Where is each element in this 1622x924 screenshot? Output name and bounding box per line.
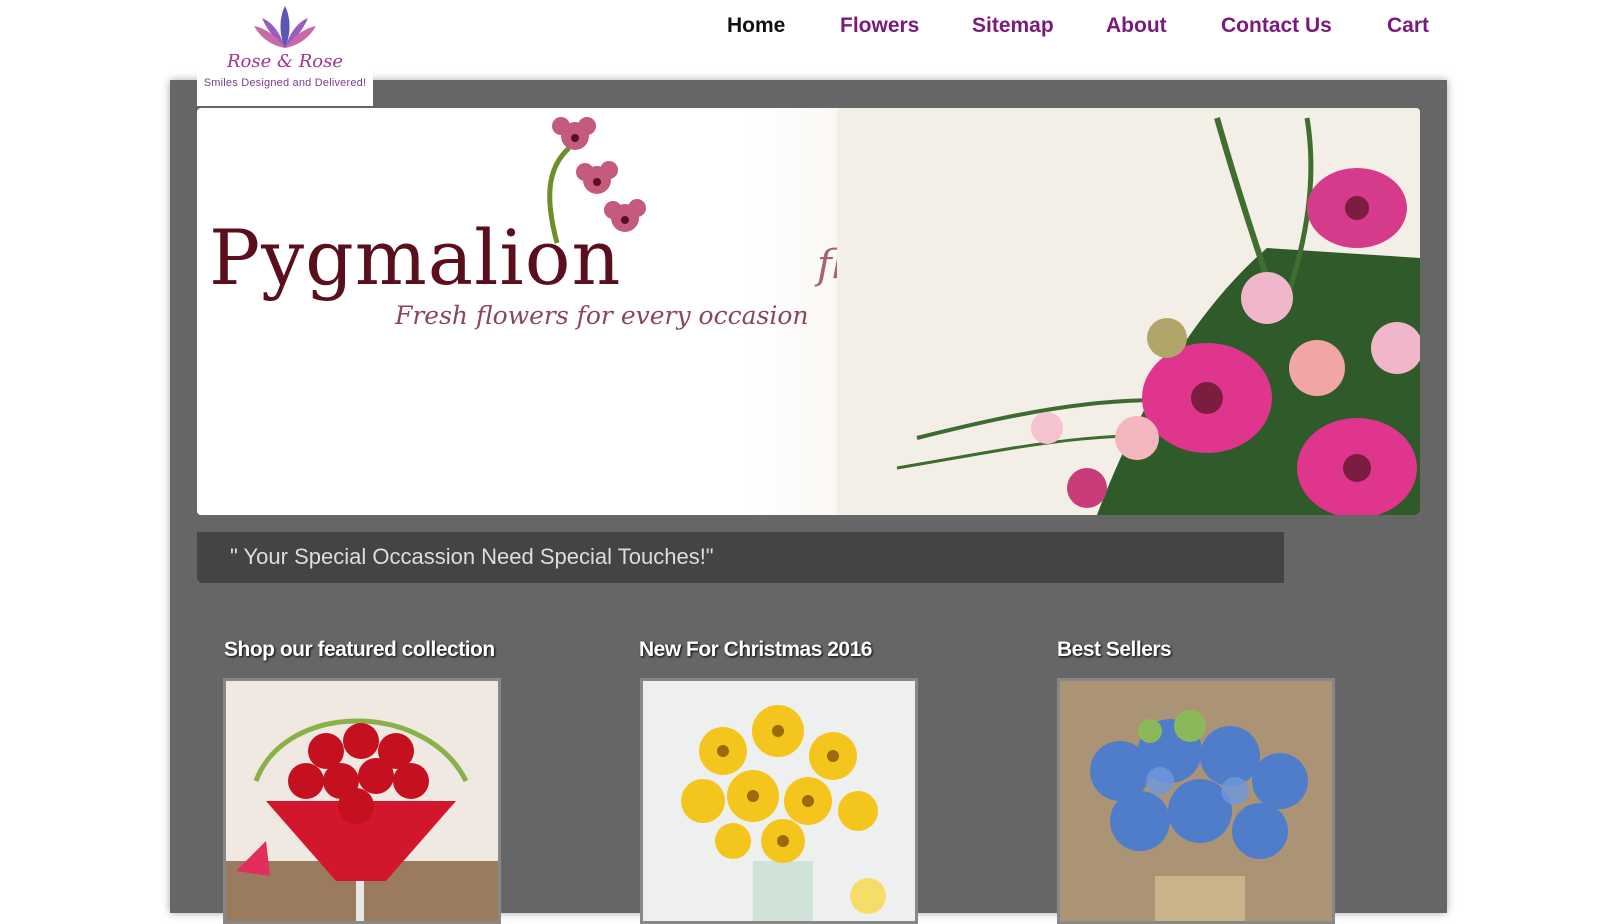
product-best-seller-image[interactable] (1057, 678, 1335, 924)
logo-tagline: Smiles Designed and Delivered! (203, 77, 367, 89)
blue-hydrangea-image (1060, 681, 1332, 921)
section-title-featured: Shop our featured collection (224, 638, 495, 661)
nav-home[interactable]: Home (727, 14, 785, 38)
hero-banner: Pygmalion florist Fresh flowers for ever… (197, 108, 1420, 515)
quote-bar: " Your Special Occassion Need Special To… (197, 532, 1284, 583)
lotus-icon (254, 6, 316, 48)
nav-cart[interactable]: Cart (1387, 14, 1429, 38)
yellow-bouquet-image (643, 681, 915, 921)
site-logo[interactable]: Rose & Rose Smiles Designed and Delivere… (197, 0, 373, 106)
nav-flowers[interactable]: Flowers (840, 14, 919, 38)
product-featured-image[interactable] (223, 678, 501, 924)
section-title-best-sellers: Best Sellers (1057, 638, 1172, 661)
nav-contact-us[interactable]: Contact Us (1221, 14, 1332, 38)
red-roses-image (226, 681, 498, 921)
banner-title: Pygmalion (209, 213, 622, 302)
nav-sitemap[interactable]: Sitemap (972, 14, 1054, 38)
section-title-christmas: New For Christmas 2016 (639, 638, 872, 661)
bouquet-image (837, 108, 1420, 515)
logo-brand: Rose & Rose (226, 51, 344, 72)
banner-slogan: Fresh flowers for every occasion (395, 301, 809, 330)
quote-text: " Your Special Occassion Need Special To… (230, 544, 714, 569)
product-christmas-image[interactable] (640, 678, 918, 924)
nav-about[interactable]: About (1106, 14, 1167, 38)
